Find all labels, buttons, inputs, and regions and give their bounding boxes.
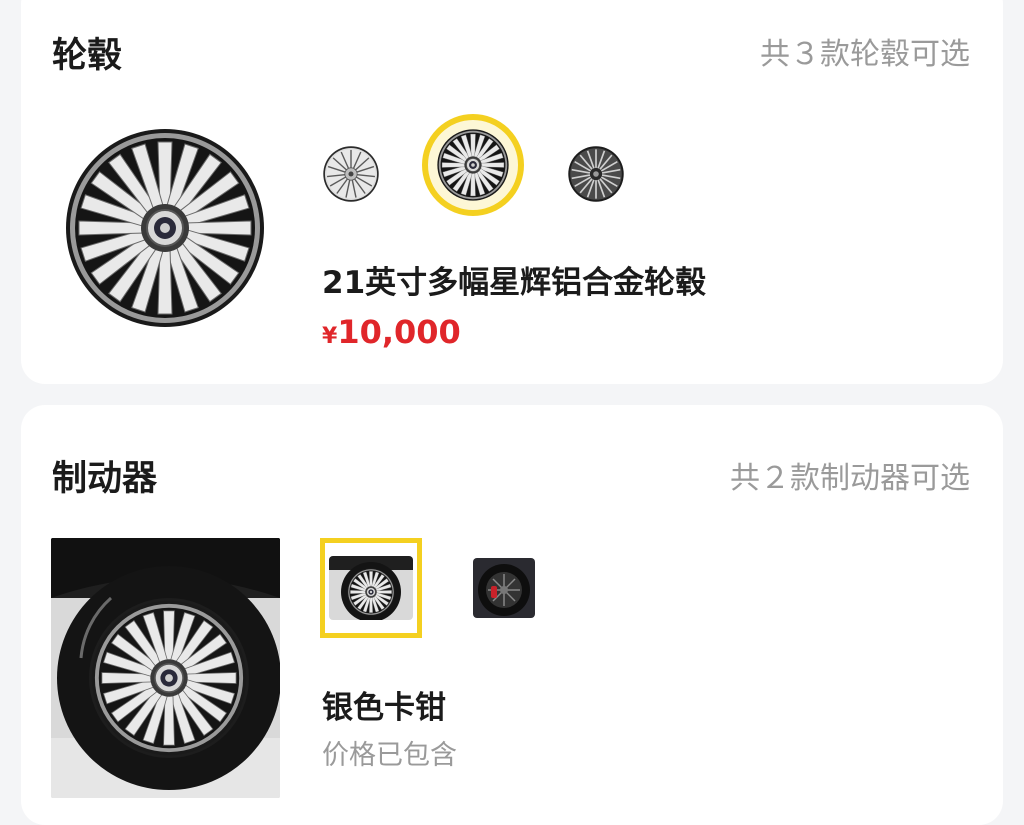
price-amount: 10,000 [337,313,461,351]
selected-wheel-preview [65,128,265,328]
selected-brake-preview [51,538,280,798]
brake-thumbnail-silver [329,556,413,620]
wheel-option-1[interactable] [315,138,387,210]
wheel-thumbnail [323,146,379,202]
brake-option-1-selected[interactable] [320,538,422,638]
selected-wheel-price: ¥10,000 [322,313,461,351]
brakes-option-count: 共２款制动器可选 [730,461,970,496]
brakes-section-title: 制动器 [52,459,158,499]
wheels-section-title: 轮毂 [52,36,123,76]
wheels-section: 轮毂 共３款轮毂可选 21英寸多幅星辉铝合金轮毂 ¥10,000 [21,0,1003,384]
brake-preview-image [51,538,280,798]
brake-option-2[interactable] [459,555,549,621]
selected-brake-name: 银色卡钳 [322,690,446,726]
wheel-option-2-selected[interactable] [422,114,524,216]
wheel-thumbnail [568,146,624,202]
wheel-thumbnail [437,129,509,201]
brakes-section: 制动器 共２款制动器可选 银色卡钳 价格已包含 [21,405,1003,825]
selected-wheel-name: 21英寸多幅星辉铝合金轮毂 [322,265,707,301]
currency-symbol: ¥ [322,324,338,349]
brake-thumbnail-red [473,558,535,618]
wheels-option-count: 共３款轮毂可选 [760,37,970,72]
wheel-option-3[interactable] [560,138,632,210]
wheel-preview-image [65,128,265,328]
brake-price-note: 价格已包含 [322,740,457,771]
